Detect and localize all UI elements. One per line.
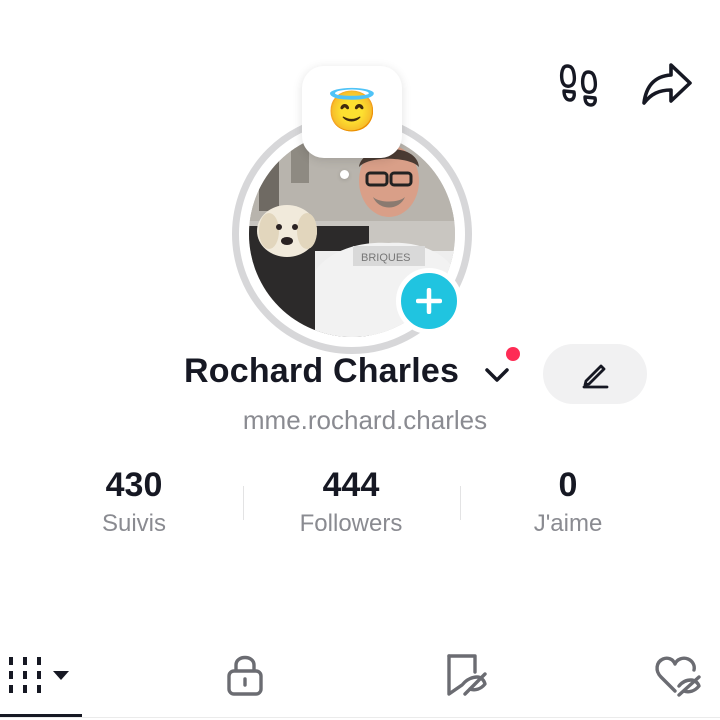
status-emoji: 😇 [327,90,377,134]
notification-dot [506,347,520,361]
tab-videos[interactable] [0,640,82,710]
lock-icon [227,655,263,696]
tab-liked[interactable] [640,640,716,710]
add-story-button[interactable] [396,268,462,334]
chevron-down-icon [485,368,509,382]
display-name[interactable]: Rochard Charles [184,352,459,391]
stat-label: Followers [299,510,403,537]
tabbar-divider [0,717,720,718]
stat-value: 0 [558,466,578,504]
stat-followers[interactable]: 444 Followers [261,466,441,538]
bubble-tail [340,170,349,179]
stat-likes[interactable]: 0 J'aime [478,466,658,538]
stat-divider [460,486,461,520]
tab-saved[interactable] [430,640,500,710]
pencil-icon [582,364,609,389]
username: mme.rochard.charles [242,405,488,435]
grid-icon [9,657,69,693]
footprints-button[interactable] [552,56,612,112]
heart-hidden-icon [655,656,701,697]
stat-value: 430 [105,466,163,504]
status-bubble[interactable]: 😇 [302,66,402,158]
account-switcher[interactable] [484,364,510,386]
footprints-icon [559,64,598,107]
stat-label: J'aime [533,510,603,537]
svg-text:BRIQUES: BRIQUES [361,252,411,264]
plus-icon [416,288,442,314]
edit-profile-button[interactable] [543,344,647,404]
share-button[interactable] [636,56,698,112]
tab-private[interactable] [210,640,280,710]
stat-label: Suivis [101,510,167,537]
stat-following[interactable]: 430 Suivis [44,466,224,538]
bookmark-hidden-icon [447,654,487,696]
stat-value: 444 [322,466,380,504]
stat-divider [243,486,244,520]
share-arrow-icon [642,63,692,105]
